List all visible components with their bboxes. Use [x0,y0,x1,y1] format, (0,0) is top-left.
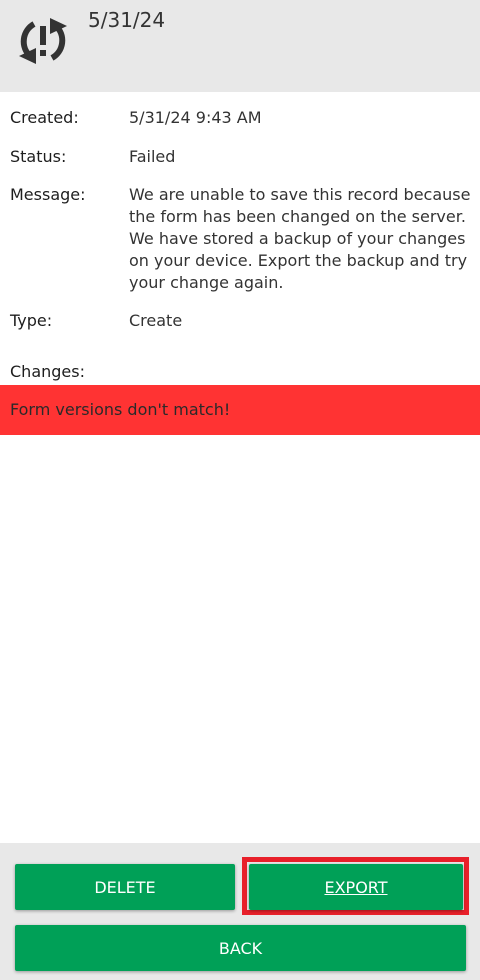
type-label: Type: [10,311,53,330]
back-button[interactable]: BACK [15,925,466,971]
type-value: Create [129,311,183,330]
message-label: Message: [10,185,86,204]
export-button[interactable]: EXPORT [249,864,463,910]
record-date: 5/31/24 [88,8,166,32]
changes-label: Changes: [10,362,85,381]
record-header: 5/31/24 [0,0,480,92]
delete-button[interactable]: DELETE [15,864,235,910]
status-value: Failed [129,147,176,166]
message-value: We are unable to save this record becaus… [129,185,471,292]
sync-error-icon [19,18,67,64]
created-value: 5/31/24 9:43 AM [129,108,262,127]
error-banner: Form versions don't match! [0,385,480,435]
created-label: Created: [10,108,79,127]
error-message: Form versions don't match! [10,400,231,419]
status-label: Status: [10,147,67,166]
